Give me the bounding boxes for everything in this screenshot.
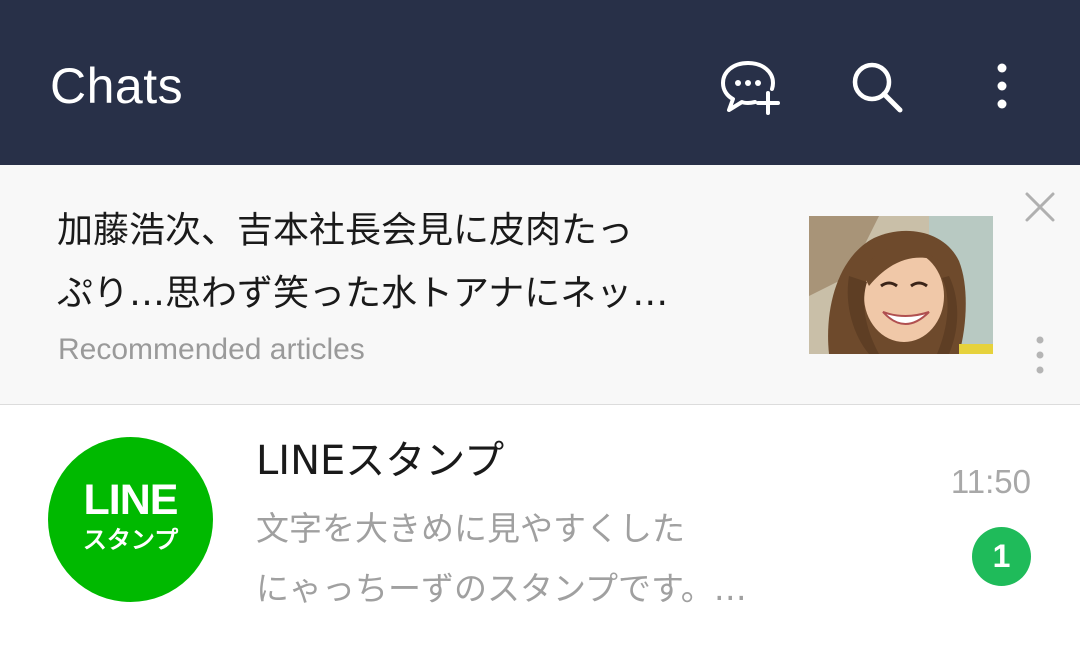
article-source-label: Recommended articles [58, 333, 365, 366]
article-title-line2: ぷり…思わず笑った水トアナにネッ… [57, 273, 669, 314]
chat-timestamp: 11:50 [950, 463, 1031, 500]
article-thumbnail[interactable] [809, 216, 993, 354]
chat-preview: 文字を大きめに見やすくした にゃっちーずのスタンプです。… [256, 499, 816, 619]
chat-preview-line2: にゃっちーずのスタンプです。… [256, 569, 747, 608]
search-icon [852, 62, 903, 113]
more-vertical-icon[interactable] [1028, 335, 1052, 375]
article-title[interactable]: 加藤浩次、吉本社長会見に皮肉たっ ぷり…思わず笑った水トアナにネッ… [57, 199, 747, 325]
app-header: Chats [0, 0, 1080, 165]
close-icon[interactable] [1022, 189, 1058, 225]
more-vertical-icon [997, 63, 1007, 109]
add-chat-button[interactable] [718, 55, 782, 119]
avatar-logo-text: LINE [83, 476, 179, 524]
recommended-article[interactable]: 加藤浩次、吉本社長会見に皮肉たっ ぷり…思わず笑った水トアナにネッ… Recom… [0, 165, 1080, 405]
article-photo [809, 216, 993, 354]
article-title-line1: 加藤浩次、吉本社長会見に皮肉たっ [57, 210, 634, 251]
search-button[interactable] [846, 55, 910, 119]
page-title: Chats [50, 58, 184, 114]
avatar-logo-subtext: スタンプ [82, 526, 179, 554]
unread-badge: 1 [972, 527, 1031, 586]
chat-preview-line1: 文字を大きめに見やすくした [256, 509, 685, 548]
avatar[interactable]: LINE スタンプ [48, 437, 213, 602]
chat-name: LINEスタンプ [256, 438, 505, 484]
more-menu-button[interactable] [970, 55, 1034, 119]
chat-list-item[interactable]: LINE スタンプ LINEスタンプ 文字を大きめに見やすくした にゃっちーずの… [0, 405, 1080, 650]
add-chat-icon [721, 61, 780, 115]
